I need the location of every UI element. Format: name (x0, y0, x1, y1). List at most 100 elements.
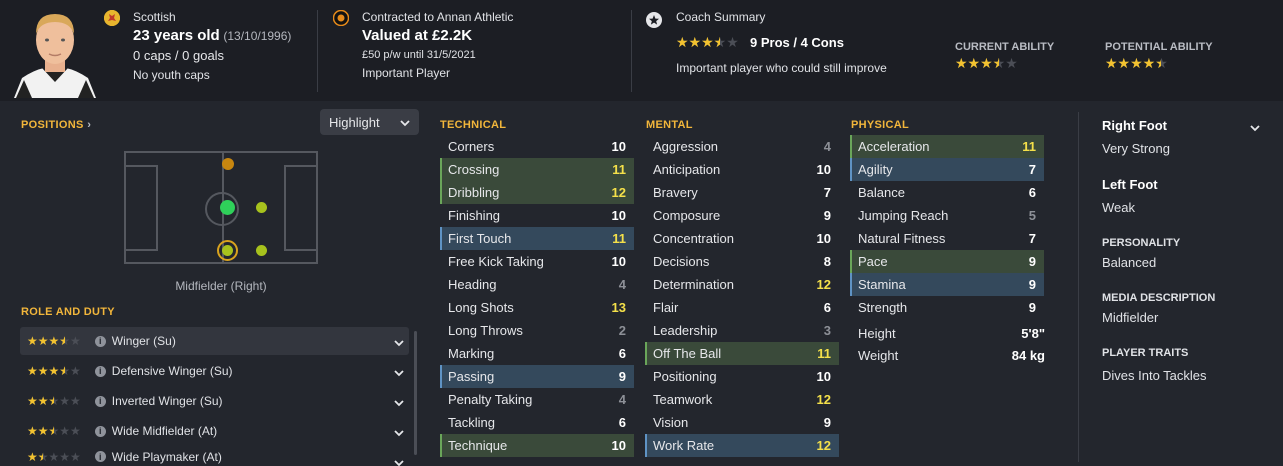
attribute-row[interactable]: Bravery 7 (645, 181, 839, 204)
attribute-row[interactable]: Vision 9 (645, 411, 839, 434)
caps: 0 caps / 0 goals (133, 48, 225, 63)
attribute-value: 7 (823, 185, 831, 200)
role-item[interactable]: ★★★★★★★★★★ i Defensive Winger (Su) (20, 357, 409, 385)
attribute-row[interactable]: Crossing 11 (440, 158, 634, 181)
date-of-birth: (13/10/1996) (223, 29, 292, 43)
attribute-value: 9 (823, 415, 831, 430)
attribute-row[interactable]: Jumping Reach 5 (850, 204, 1044, 227)
mental-title: MENTAL (646, 119, 693, 131)
chevron-down-icon[interactable] (394, 336, 404, 351)
attribute-row[interactable]: Strength 9 (850, 296, 1044, 319)
attribute-row[interactable]: Concentration 10 (645, 227, 839, 250)
chevron-down-icon[interactable] (1250, 121, 1260, 136)
attribute-name: Heading (448, 277, 497, 292)
chevron-down-icon[interactable] (394, 426, 404, 441)
attribute-value: 6 (1028, 185, 1036, 200)
attribute-row[interactable]: First Touch 11 (440, 227, 634, 250)
attribute-row[interactable]: Long Shots 13 (440, 296, 634, 319)
attribute-row[interactable]: Determination 12 (645, 273, 839, 296)
attribute-value: 10 (611, 254, 626, 269)
wage: £50 p/w until 31/5/2021 (362, 49, 476, 61)
attribute-row[interactable]: Positioning 10 (645, 365, 839, 388)
attribute-row[interactable]: Technique 10 (440, 434, 634, 457)
attribute-name: Determination (653, 277, 734, 292)
attribute-name: Finishing (448, 208, 501, 223)
chevron-down-icon[interactable] (394, 456, 404, 466)
attribute-name: Agility (858, 162, 893, 177)
role-item[interactable]: ★★★★★★★★★★ i Wide Midfielder (At) (20, 417, 409, 445)
role-rating-stars: ★★★★★★★★★★ (27, 394, 81, 408)
attribute-row[interactable]: Heading 4 (440, 273, 634, 296)
age-line: 23 years old (13/10/1996) (133, 27, 291, 44)
attribute-row[interactable]: Tackling 6 (440, 411, 634, 434)
attribute-row[interactable]: Stamina 9 (850, 273, 1044, 296)
attribute-row[interactable]: Corners 10 (440, 135, 634, 158)
club-badge-icon (332, 9, 350, 27)
position-dot-wing-right (256, 245, 267, 256)
attribute-row[interactable]: Pace 9 (850, 250, 1044, 273)
potential-ability-label: POTENTIAL ABILITY (1105, 41, 1213, 53)
attribute-row[interactable]: Anticipation 10 (645, 158, 839, 181)
player-portrait (14, 6, 96, 98)
media-description-value: Midfielder (1102, 310, 1159, 325)
attribute-row[interactable]: Leadership 3 (645, 319, 839, 342)
attribute-row[interactable]: Free Kick Taking 10 (440, 250, 634, 273)
positions-link[interactable]: POSITIONS › (21, 116, 91, 131)
chevron-down-icon[interactable] (394, 366, 404, 381)
position-dot-attacking-mid-right (222, 158, 234, 170)
attribute-row[interactable]: Agility 7 (850, 158, 1044, 181)
attribute-value: 11 (1022, 139, 1036, 154)
current-ability: ★★★★★★★★★★ (955, 56, 1018, 71)
role-list-scrollbar[interactable] (414, 331, 417, 455)
current-ability-label: CURRENT ABILITY (955, 41, 1055, 53)
role-item[interactable]: ★★★★★★★★★★ i Inverted Winger (Su) (20, 387, 409, 415)
attribute-row[interactable]: Dribbling 12 (440, 181, 634, 204)
attribute-row[interactable]: Off The Ball 11 (645, 342, 839, 365)
attribute-name: Positioning (653, 369, 717, 384)
chevron-right-icon: › (87, 119, 91, 131)
attribute-name: Free Kick Taking (448, 254, 544, 269)
info-icon[interactable]: i (94, 335, 106, 347)
attribute-row[interactable]: Passing 9 (440, 365, 634, 388)
potential-ability: ★★★★★★★★★★ (1105, 56, 1168, 71)
attribute-row[interactable]: Natural Fitness 7 (850, 227, 1044, 250)
attribute-row[interactable]: Finishing 10 (440, 204, 634, 227)
highlight-dropdown[interactable]: Highlight (320, 109, 419, 135)
role-item[interactable]: ★★★★★★★★★★ i Wide Playmaker (At) (20, 447, 409, 466)
attribute-row[interactable]: Flair 6 (645, 296, 839, 319)
attribute-name: Crossing (448, 162, 500, 177)
attribute-row[interactable]: Balance 6 (850, 181, 1044, 204)
info-icon[interactable]: i (94, 365, 106, 377)
info-icon[interactable]: i (94, 425, 106, 437)
info-icon[interactable]: i (94, 395, 106, 407)
attribute-row[interactable]: Acceleration 11 (850, 135, 1044, 158)
attribute-row[interactable]: Penalty Taking 4 (440, 388, 634, 411)
info-icon[interactable]: i (94, 451, 106, 462)
attribute-row[interactable]: Marking 6 (440, 342, 634, 365)
attribute-row[interactable]: Decisions 8 (645, 250, 839, 273)
role-name: Inverted Winger (Su) (111, 394, 223, 408)
attribute-value: 9 (823, 208, 831, 223)
role-item[interactable]: ★★★★★★★★★★ i Winger (Su) (20, 327, 409, 355)
attribute-name: Bravery (653, 185, 698, 200)
attribute-value: 4 (618, 392, 626, 407)
attribute-value: 12 (816, 392, 831, 407)
side-divider (1078, 112, 1079, 462)
potential-ability-stars: ★★★★★★★★★★ (1105, 56, 1168, 72)
foot2-label: Left Foot (1102, 177, 1158, 192)
media-description-label: MEDIA DESCRIPTION (1102, 292, 1216, 304)
attribute-row[interactable]: Work Rate 12 (645, 434, 839, 457)
attribute-value: 10 (611, 438, 626, 453)
squad-status: Important Player (362, 66, 451, 80)
attribute-row[interactable]: Aggression 4 (645, 135, 839, 158)
height-value: 5'8" (1021, 326, 1045, 341)
foot1-label: Right Foot (1102, 118, 1167, 133)
attribute-row[interactable]: Composure 9 (645, 204, 839, 227)
chevron-down-icon[interactable] (394, 396, 404, 411)
technical-attributes: Corners 10 Crossing 11 Dribbling 12 Finishing 1… (440, 135, 634, 457)
scotland-flag-icon (104, 10, 120, 26)
attribute-row[interactable]: Long Throws 2 (440, 319, 634, 342)
attribute-row[interactable]: Teamwork 12 (645, 388, 839, 411)
height-label: Height (858, 326, 896, 341)
attribute-name: Anticipation (653, 162, 721, 177)
